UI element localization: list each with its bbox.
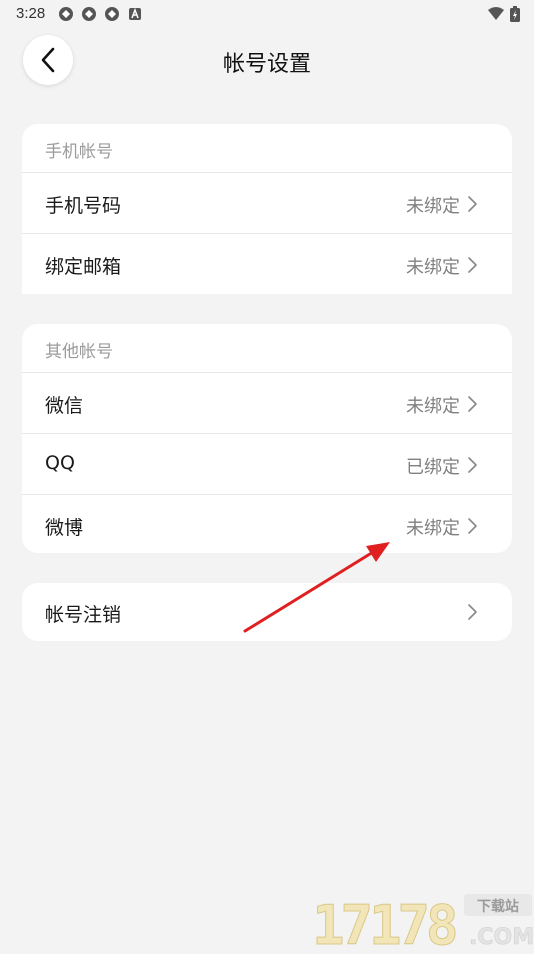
watermark-logo-graphic: 17178 下载站 .COM [304,892,534,950]
section-label-phone: 手机帐号 [22,124,512,173]
header: 帐号设置 [0,30,534,92]
chevron-right-icon [467,517,479,535]
row-label: QQ [45,452,75,474]
wifi-icon [488,7,504,21]
row-status: 未绑定 [406,392,460,418]
notification-icons [58,6,143,22]
watermark-logo: 17178 下载站 .COM [304,892,534,950]
phone-account-card: 手机帐号 手机号码 未绑定 绑定邮箱 未绑定 [22,124,512,294]
chevron-right-icon [467,256,479,274]
other-accounts-card: 其他帐号 微信 未绑定 QQ 已绑定 微博 未绑定 [22,324,512,553]
row-wechat[interactable]: 微信 未绑定 [22,373,512,434]
notification-app-icon [58,6,74,22]
notification-app-icon [81,6,97,22]
section-label-other: 其他帐号 [22,324,512,373]
account-cancel-card: 帐号注销 [22,583,512,641]
row-status: 未绑定 [406,253,460,279]
row-qq[interactable]: QQ 已绑定 [22,434,512,495]
row-bind-email[interactable]: 绑定邮箱 未绑定 [22,234,512,294]
notification-app-icon [104,6,120,22]
system-icons [488,6,520,22]
chevron-right-icon [467,603,479,621]
row-phone-number[interactable]: 手机号码 未绑定 [22,173,512,234]
status-time: 3:28 [16,5,45,22]
watermark-number: 17178 [312,894,456,950]
notification-a-icon [127,6,143,22]
row-status: 未绑定 [406,514,460,540]
chevron-right-icon [467,395,479,413]
row-label: 手机号码 [45,191,121,218]
row-status: 已绑定 [406,453,460,479]
row-account-cancel[interactable]: 帐号注销 [22,583,512,641]
row-label: 帐号注销 [45,600,121,627]
page-title: 帐号设置 [0,46,534,78]
row-weibo[interactable]: 微博 未绑定 [22,495,512,553]
chevron-right-icon [467,195,479,213]
chevron-right-icon [467,456,479,474]
row-status: 未绑定 [406,192,460,218]
battery-icon [510,6,520,22]
row-label: 绑定邮箱 [45,252,121,279]
row-label: 微信 [45,391,83,418]
watermark-tag: 下载站 [477,898,519,915]
watermark-domain: .COM [469,925,534,950]
status-bar: 3:28 [0,0,534,28]
row-label: 微博 [45,513,83,540]
